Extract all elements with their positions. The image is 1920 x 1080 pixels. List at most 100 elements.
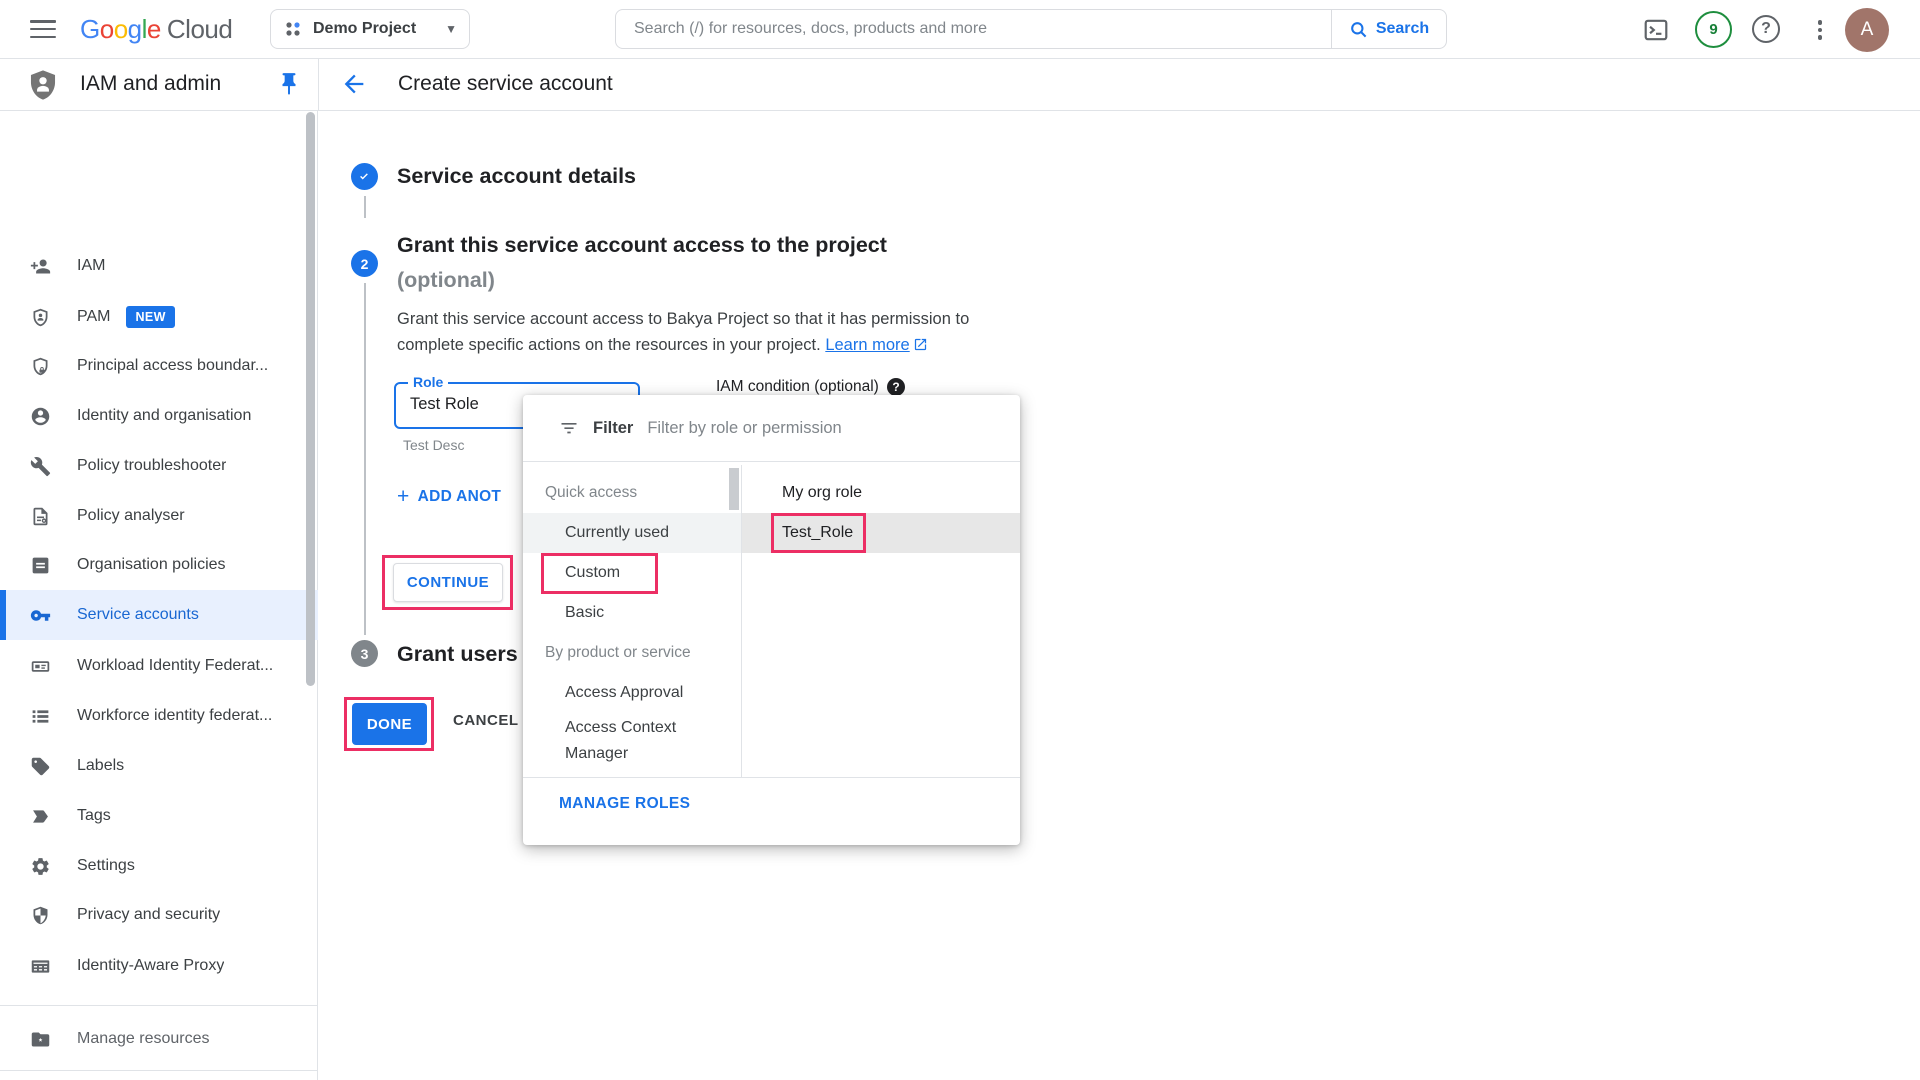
help-glyph: ? [892,380,899,394]
sidebar-item-policy-analyser[interactable]: Policy analyser [0,491,318,541]
sidebar-item-policy-troubleshooter[interactable]: Policy troubleshooter [0,441,318,491]
sidebar-item-pam[interactable]: PAM NEW [0,292,318,342]
project-selector[interactable]: Demo Project ▼ [270,9,470,49]
security-shield-icon [30,905,51,926]
shield-lock-icon [30,356,51,377]
dropdown-item-access-approval[interactable]: Access Approval [523,673,741,713]
dropdown-item-currently-used[interactable]: Currently used [523,513,741,553]
sidebar-item-label: Policy troubleshooter [77,457,226,475]
step3-title: Grant users [397,642,518,667]
add-another-role-button[interactable]: + ADD ANOT [397,485,501,509]
sidebar-item-tags[interactable]: Tags [0,791,318,841]
sidebar-item-identity-and-organisation[interactable]: Identity and organisation [0,391,318,441]
gear-icon [30,856,51,877]
list-icon [30,706,51,727]
sidebar-item-label: Organisation policies [77,556,226,574]
cloud-shell-icon[interactable] [1643,17,1669,43]
account-circle-icon [30,406,51,427]
sidebar-scrollbar[interactable] [306,112,315,686]
active-indicator [0,590,6,640]
sidebar-item-label: Identity-Aware Proxy [77,957,224,975]
role-field-value: Test Role [410,395,479,414]
learn-more-link[interactable]: Learn more [825,336,909,354]
search-input[interactable]: Search (/) for resources, docs, products… [616,10,1331,48]
filter-icon [559,418,579,438]
sidebar-item-privacy-and-security[interactable]: Privacy and security [0,890,318,940]
logo-cloud-text: Cloud [167,14,232,44]
tag-arrow-icon [30,806,51,827]
help-circle-icon[interactable]: ? [887,378,905,396]
logo-letter: o [100,14,114,44]
sidebar-item-organisation-policies[interactable]: Organisation policies [0,540,318,590]
search-button[interactable]: Search [1331,10,1446,48]
sidebar-item-workload-identity-federation[interactable]: Workload Identity Federat... [0,641,318,691]
sidebar-item-release-notes[interactable]: Release notes [0,1075,318,1080]
sidebar-item-label: Tags [77,807,111,825]
dropdown-item-basic[interactable]: Basic [523,593,741,633]
dropdown-item-test-role[interactable]: Test_Role [742,513,1020,553]
project-name: Demo Project [313,20,435,38]
document-lines-icon [30,555,51,576]
help-icon[interactable]: ? [1752,15,1780,43]
continue-button[interactable]: CONTINUE [393,563,503,602]
pin-icon[interactable] [276,71,302,97]
person-add-icon [30,256,51,277]
step2-number-icon: 2 [351,250,378,277]
account-avatar[interactable]: A [1845,8,1889,52]
sidebar-item-labels[interactable]: Labels [0,741,318,791]
sidebar-item-label: Service accounts [77,606,199,624]
role-filter-input[interactable]: Filter Filter by role or permission [523,395,1020,462]
badge-card-icon [30,656,51,677]
dropdown-item-custom[interactable]: Custom [523,553,741,593]
step1-title: Service account details [397,164,636,189]
wrench-icon [30,456,51,477]
manage-roles-button[interactable]: MANAGE ROLES [559,795,690,813]
free-trial-credits-badge[interactable]: 9 [1695,11,1732,48]
iam-shield-icon [26,68,60,102]
hamburger-menu-icon[interactable] [30,17,56,41]
sidebar-item-label: Labels [77,757,124,775]
google-cloud-console: GoogleCloud Demo Project ▼ Search (/) fo… [0,0,1920,1080]
sidebar-item-service-accounts[interactable]: Service accounts [0,590,318,640]
section-title: IAM and admin [80,72,221,96]
step-connector [364,283,366,635]
cancel-button[interactable]: CANCEL [453,712,519,729]
step2-number: 2 [361,256,369,272]
sidebar-item-label: Workload Identity Federat... [77,657,273,675]
sidebar-item-workforce-identity-federation[interactable]: Workforce identity federat... [0,691,318,741]
sidebar-item-principal-access-boundaries[interactable]: Principal access boundar... [0,341,318,391]
done-button[interactable]: DONE [352,703,427,745]
search-icon [1349,20,1368,39]
header-divider [318,59,319,111]
logo-letter: g [128,14,142,44]
sidebar-item-iam[interactable]: IAM [0,241,318,291]
logo-letter: e [147,14,161,44]
more-options-icon[interactable] [1812,15,1828,45]
chevron-down-icon: ▼ [445,22,457,36]
by-product-header: By product or service [523,633,741,673]
back-arrow-icon[interactable] [340,70,368,98]
new-badge: NEW [126,306,174,328]
step1-complete-icon [351,163,378,190]
step-connector [364,196,366,218]
logo-letter: G [80,14,100,44]
continue-label: CONTINUE [407,574,489,591]
dropdown-item-my-org-role[interactable]: My org role [742,473,1020,513]
project-grid-icon [283,19,303,39]
sidebar-item-manage-resources[interactable]: Manage resources [0,1014,318,1064]
sidebar-item-settings[interactable]: Settings [0,841,318,891]
page-title: Create service account [398,72,613,96]
step3-number-icon: 3 [351,640,378,667]
description-line2: complete specific actions on the resourc… [397,336,821,354]
description-line1: Grant this service account access to Bak… [397,310,969,328]
sidebar-nav: IAM PAM NEW Principal access boundar... … [0,111,318,1080]
external-link-icon [913,337,928,352]
dropdown-item-access-context-manager[interactable]: Access Context Manager [523,713,713,777]
sidebar-item-label: Settings [77,857,135,875]
top-header: GoogleCloud Demo Project ▼ Search (/) fo… [0,0,1920,59]
step3-number: 3 [361,646,369,662]
sidebar-item-identity-aware-proxy[interactable]: Identity-Aware Proxy [0,941,318,991]
avatar-initial: A [1861,19,1874,41]
step2-subtitle: (optional) [397,268,495,293]
filter-label: Filter [593,419,633,438]
